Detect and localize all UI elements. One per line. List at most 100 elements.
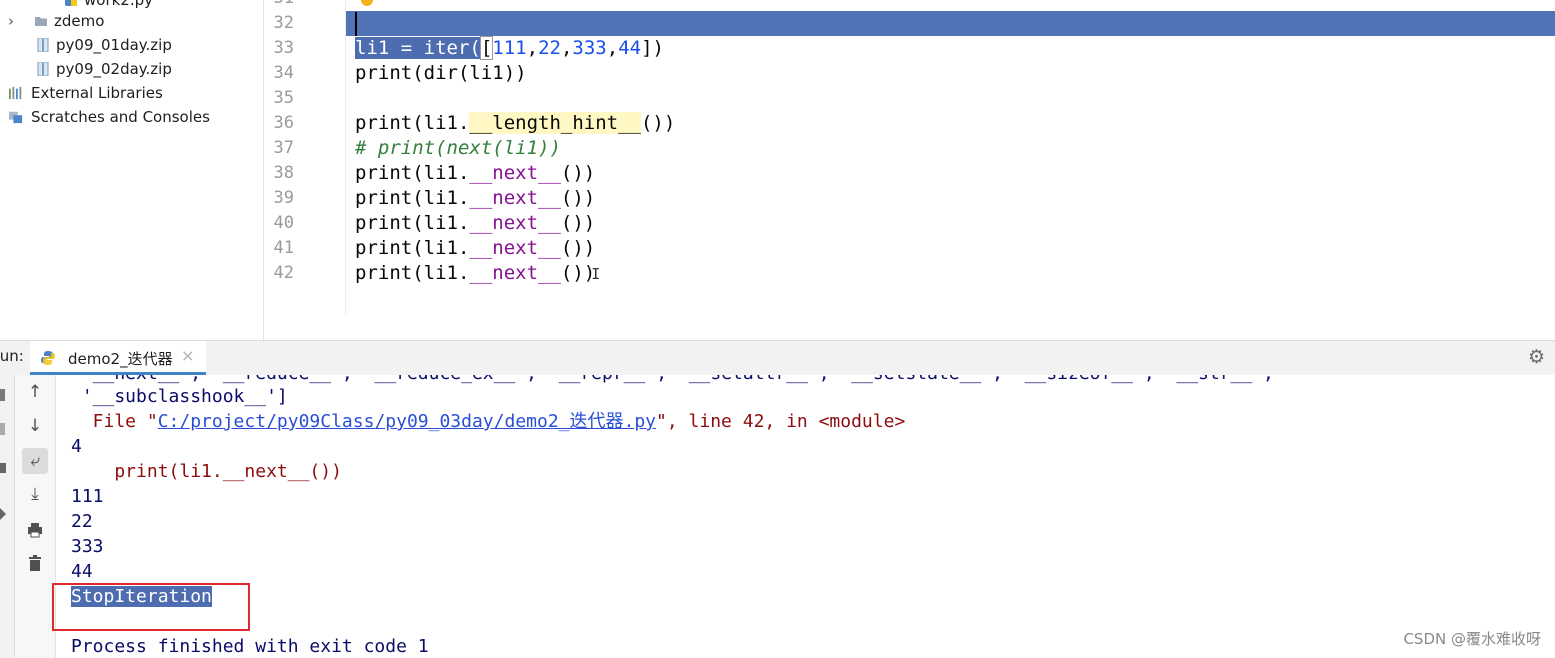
line-number: 36 [273,113,294,133]
code-punct: ]) [641,37,664,59]
close-icon[interactable]: × [181,346,194,365]
console-toolbar: ↑ ↓ ⤶ ⤓ [15,375,56,658]
run-tab-demo2[interactable]: demo2_迭代器 × [30,341,206,375]
code-line-34: print(dir(li1)) [355,62,527,84]
console-traceback-code: print(li1.__next__()) [71,461,342,482]
line-number: 41 [273,238,294,258]
line-number: 37 [273,138,294,158]
line-number: 40 [273,213,294,233]
watermark: CSDN @覆水难收呀 [1403,630,1541,648]
tree-item-label: Scratches and Consoles [31,108,210,126]
code-comma: , [526,37,539,59]
traceback-file-link[interactable]: C:/project/py09Class/py09_03day/demo2_迭代… [158,411,656,432]
lightbulb-icon[interactable] [361,0,373,6]
console-line: 4 [71,436,82,457]
code-line-42: print(li1.__next__())I [355,261,600,286]
code-number: 22 [538,37,561,59]
console-traceback-line: File "C:/project/py09Class/py09_03day/de… [71,409,906,434]
console-line: 44 [71,561,93,582]
code-line-40: print(li1.__next__()) [355,211,595,236]
soft-wrap-icon[interactable]: ⤶ [22,448,48,474]
arrow-up-icon[interactable]: ↑ [22,379,48,405]
folder-icon [35,17,47,26]
python-file-icon [65,0,77,6]
scratches-icon [9,111,23,124]
python-icon [41,351,55,365]
line-number: 31 [264,0,294,11]
code-number: 44 [618,37,642,59]
code-dunder: __next__ [469,187,561,209]
code-dunder: __next__ [469,262,561,284]
code-text: print(li1. [355,262,470,284]
traceback-text: ", line 42, in <module> [656,411,906,432]
code-text: ()) [560,162,596,184]
run-console-output[interactable]: '__next__', '__reduce__', '__reduce_ex__… [56,375,1555,658]
code-line-36: print(li1.__length_hint__()) [355,111,675,136]
code-text: print(li1. [355,112,470,134]
code-line-37-comment: # print(next(li1)) [355,137,561,159]
code-dunder: __next__ [469,162,561,184]
code-text: print(li1. [355,187,470,209]
code-text: print(li1. [355,162,470,184]
code-text: ()) [560,237,596,259]
console-exit-line: Process finished with exit code 1 [71,636,429,657]
code-dunder: __next__ [469,237,561,259]
code-line-33: li1 = iter([111,22,333,44]) [355,36,664,61]
console-line: 22 [71,511,93,532]
run-label: Run: [0,347,24,365]
arrow-down-icon[interactable]: ↓ [22,413,48,439]
project-tree: work2.py › zdemo py09_01day.zip py09_02d… [0,0,263,340]
selected-code: li1 = iter( [355,37,481,59]
traceback-text: File " [71,411,158,432]
line-number: 33 [273,38,294,58]
tree-item-label: zdemo [54,12,105,30]
run-tool-window-header: Run: demo2_迭代器 × ⚙ [0,340,1555,376]
line-number: 39 [273,188,294,208]
text-caret [355,12,357,36]
line-number: 32 [273,13,294,33]
line-number: 38 [273,163,294,183]
code-text: ()) [560,187,596,209]
rerun-icon[interactable] [0,389,5,401]
layout-icon[interactable] [0,463,6,473]
code-highlighted-call: __length_hint__ [469,112,641,134]
libraries-icon [9,86,22,100]
code-editor[interactable]: li1 = iter([111,22,333,44]) print(dir(li… [346,0,1555,340]
console-line: 333 [71,536,104,557]
matched-bracket: [ [479,36,494,60]
console-line: 111 [71,486,104,507]
trash-icon[interactable] [22,550,48,576]
code-line-41: print(li1.__next__()) [355,236,595,261]
line-number: 35 [273,88,294,108]
code-text: ()) [560,212,596,234]
stop-icon[interactable] [0,423,5,435]
code-text: ()) [640,112,676,134]
gear-icon[interactable]: ⚙ [1528,346,1545,368]
line-number: 42 [273,263,294,283]
tree-item-label: py09_01day.zip [56,36,172,54]
side-tool-strip [0,375,15,658]
tree-item-label: py09_02day.zip [56,60,172,78]
code-line-39: print(li1.__next__()) [355,186,595,211]
code-line-38: print(li1.__next__()) [355,161,595,186]
selected-line-32 [346,11,1555,36]
code-number: 111 [492,37,527,59]
console-line: '__subclasshook__'] [71,386,288,407]
error-highlight-box [52,583,250,631]
print-icon[interactable] [22,517,48,543]
code-comma: , [560,37,573,59]
chevron-right-icon[interactable]: › [8,9,22,33]
code-comma: , [606,37,619,59]
scroll-to-end-icon[interactable]: ⤓ [22,481,48,507]
pin-icon[interactable] [0,508,6,520]
zip-file-icon [37,62,49,76]
code-number: 333 [572,37,607,59]
line-number: 34 [273,63,294,83]
run-tab-label: demo2_迭代器 [68,350,173,368]
line-number-gutter: 31 32 33 34 35 36 37 38 39 40 41 42 [264,0,346,340]
code-dunder: __next__ [469,212,561,234]
text-cursor-icon: I [591,265,601,283]
zip-file-icon [37,38,49,52]
code-text: print(li1. [355,237,470,259]
tree-item-label: External Libraries [31,84,163,102]
